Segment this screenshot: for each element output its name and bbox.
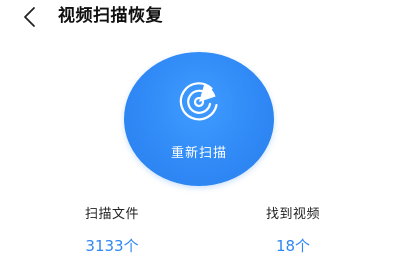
- rescan-button[interactable]: 重新扫描: [124, 52, 274, 186]
- scanned-files-label: 扫描文件: [84, 207, 139, 222]
- chevron-left-icon: [24, 7, 35, 27]
- back-button[interactable]: [18, 4, 44, 30]
- rescan-label: 重新扫描: [170, 146, 227, 161]
- found-videos-value: 18个: [275, 237, 311, 255]
- scanned-files-value: 3133个: [85, 237, 139, 255]
- found-videos-stat: 找到视频 18个: [245, 206, 341, 256]
- scanned-files-stat: 扫描文件 3133个: [64, 206, 160, 256]
- header-bar: 视频扫描恢复: [0, 0, 402, 36]
- radar-icon: [179, 82, 218, 121]
- found-videos-label: 找到视频: [265, 207, 320, 222]
- page-title: 视频扫描恢复: [58, 6, 163, 26]
